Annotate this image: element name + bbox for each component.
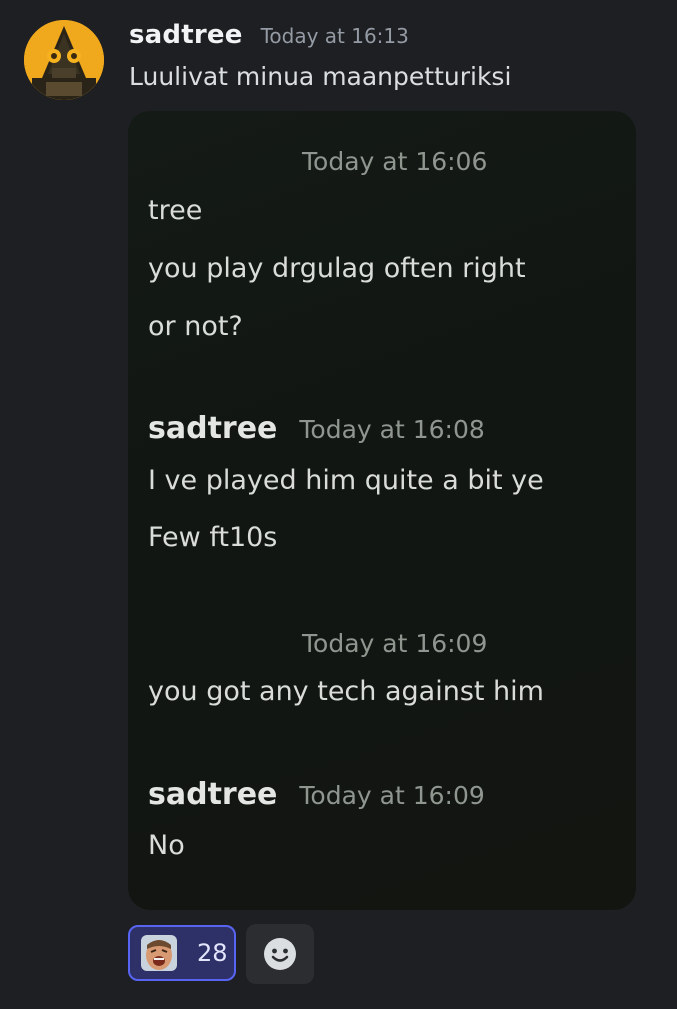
- embed-line: No: [148, 830, 185, 861]
- avatar-icon: [24, 20, 104, 100]
- embed-line: Few ft10s: [148, 522, 278, 553]
- username[interactable]: sadtree: [129, 20, 243, 50]
- chat-message: sadtree Today at 16:13 Luulivat minua ma…: [0, 0, 677, 1009]
- embed-line: or not?: [148, 311, 243, 342]
- embed-line: I ve played him quite a bit ye: [148, 465, 544, 496]
- embed-line: you got any tech against him: [148, 676, 544, 707]
- attached-image[interactable]: Today at 16:06 tree you play drgulag oft…: [128, 111, 636, 910]
- embed-timestamp: Today at 16:06: [302, 147, 488, 176]
- reactions-bar: 28: [128, 924, 314, 984]
- embed-line: tree: [148, 195, 203, 226]
- add-reaction-button[interactable]: [246, 924, 314, 984]
- message-timestamp[interactable]: Today at 16:13: [261, 24, 409, 48]
- message-text: Luulivat minua maanpetturiksi: [129, 62, 512, 91]
- add-reaction-smiley-icon: [264, 938, 296, 970]
- reaction-count: 28: [197, 939, 228, 967]
- message-header: sadtree Today at 16:13: [129, 20, 409, 58]
- embed-message-header: sadtree Today at 16:09: [148, 777, 485, 812]
- embed-timestamp: Today at 16:09: [299, 781, 485, 810]
- embed-timestamp: Today at 16:08: [299, 415, 485, 444]
- laughing-face-emoji-icon: [141, 935, 177, 971]
- embed-username: sadtree: [148, 777, 278, 812]
- embed-timestamp: Today at 16:09: [302, 629, 488, 658]
- embed-line: you play drgulag often right: [148, 253, 526, 284]
- user-avatar[interactable]: [24, 20, 104, 100]
- embed-message-header: sadtree Today at 16:08: [148, 411, 485, 446]
- reaction-button[interactable]: 28: [128, 925, 236, 981]
- embed-username: sadtree: [148, 411, 278, 446]
